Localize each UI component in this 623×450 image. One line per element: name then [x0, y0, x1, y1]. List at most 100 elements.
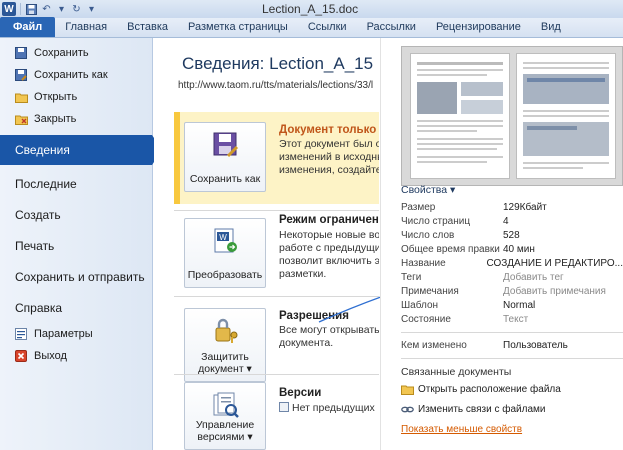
- separator: [20, 3, 21, 15]
- tab-insert[interactable]: Вставка: [117, 17, 178, 37]
- save-as-button[interactable]: Сохранить как: [184, 122, 266, 192]
- document-path: http://www.taom.ru/tts/materials/lection…: [178, 80, 374, 91]
- convert-icon: W: [214, 228, 237, 253]
- version-icon: [279, 402, 289, 412]
- prop-key: Примечания: [401, 286, 459, 297]
- related-documents-header: Связанные документы: [401, 366, 512, 378]
- nav-info[interactable]: Сведения: [0, 135, 162, 165]
- edit-links-label: Изменить связи с файлами: [418, 404, 546, 415]
- compat-line: позволит включить эт: [279, 255, 379, 267]
- prop-row-comments[interactable]: Примечания Добавить примечания: [401, 286, 623, 300]
- nav-close[interactable]: Закрыть: [0, 108, 152, 130]
- readonly-line: изменений в исходны: [279, 151, 379, 163]
- prop-key: Общее время правки: [401, 244, 500, 255]
- properties-panel: Свойства ▾ Размер 129Кбайт Число страниц 4…: [380, 38, 623, 450]
- backstage-nav: Сохранить Сохранить как Открыть Закрыть …: [0, 38, 162, 450]
- compat-line: работе с предыдущим: [279, 242, 379, 254]
- prop-row-title[interactable]: Название СОЗДАНИЕ И РЕДАКТИРО...: [401, 258, 623, 272]
- prop-key: Теги: [401, 272, 422, 283]
- prop-key: Размер: [401, 202, 436, 213]
- show-fewer-properties-link[interactable]: Показать меньше свойств: [401, 424, 522, 435]
- nav-recent[interactable]: Последние: [0, 168, 152, 199]
- convert-button[interactable]: W Преобразовать: [184, 218, 266, 288]
- edit-links-link[interactable]: Изменить связи с файлами: [401, 404, 545, 415]
- prop-key: Шаблон: [401, 300, 439, 311]
- tab-file[interactable]: Файл: [0, 17, 56, 37]
- prop-value: Normal: [503, 300, 536, 311]
- nav-exit-label: Выход: [34, 350, 67, 362]
- prop-row-pages: Число страниц 4: [401, 216, 623, 230]
- tab-mailings[interactable]: Рассылки: [357, 17, 426, 37]
- chain-link-icon: [401, 406, 414, 413]
- title-field[interactable]: СОЗДАНИЕ И РЕДАКТИРО...: [486, 258, 623, 272]
- compat-title: Режим ограничени: [279, 214, 379, 226]
- tab-view[interactable]: Вид: [531, 17, 571, 37]
- readonly-line: Этот документ был от: [279, 138, 379, 150]
- protect-document-button[interactable]: Защитить документ ▾: [184, 308, 266, 382]
- nav-print[interactable]: Печать: [0, 230, 152, 261]
- prop-key: Число слов: [401, 230, 455, 241]
- prop-row-status[interactable]: Состояние Текст: [401, 314, 623, 328]
- tab-references[interactable]: Ссылки: [298, 17, 357, 37]
- chevron-down-icon[interactable]: ▾: [55, 3, 68, 16]
- versions-title: Версии: [279, 387, 322, 399]
- nav-close-label: Закрыть: [34, 113, 77, 125]
- status-field[interactable]: Текст: [503, 314, 528, 328]
- prop-key: Название: [401, 258, 446, 269]
- prop-value: 4: [503, 216, 509, 227]
- tags-field[interactable]: Добавить тег: [503, 272, 564, 286]
- save-as-button-label: Сохранить как: [189, 173, 261, 185]
- nav-save-as[interactable]: Сохранить как: [0, 64, 152, 86]
- save-as-icon: [14, 68, 28, 82]
- word-logo-icon[interactable]: W: [2, 2, 16, 16]
- save-icon[interactable]: [25, 3, 38, 16]
- prop-row-template: Шаблон Normal: [401, 300, 623, 314]
- nav-exit[interactable]: Выход: [0, 345, 152, 367]
- nav-save-send[interactable]: Сохранить и отправить: [0, 261, 152, 292]
- versions-text: Нет предыдущих: [292, 402, 375, 414]
- tab-page-layout[interactable]: Разметка страницы: [178, 17, 298, 37]
- save-as-icon: [213, 132, 239, 158]
- chevron-down-icon[interactable]: ▾: [85, 3, 98, 16]
- nav-save-as-label: Сохранить как: [34, 69, 108, 81]
- show-fewer-label: Показать меньше свойств: [401, 424, 523, 435]
- versions-line: Нет предыдущих: [279, 402, 375, 415]
- prop-row-tags[interactable]: Теги Добавить тег: [401, 272, 623, 286]
- nav-open-label: Открыть: [34, 91, 78, 103]
- prop-row-modified-by: Кем изменено Пользователь: [401, 340, 623, 354]
- properties-header[interactable]: Свойства ▾: [401, 184, 455, 196]
- prop-row-size: Размер 129Кбайт: [401, 202, 623, 216]
- comments-field[interactable]: Добавить примечания: [503, 286, 606, 300]
- document-preview[interactable]: [401, 46, 623, 186]
- readonly-line: изменения, создайте н: [279, 164, 379, 176]
- title-bar: W ↶ ▾ ↻ ▾ Lection_A_15.doc: [0, 0, 623, 18]
- prop-value: 40 мин: [503, 244, 535, 255]
- divider: [401, 332, 623, 333]
- window-title: Lection_A_15.doc: [262, 2, 359, 16]
- permissions-line: документа.: [279, 337, 334, 349]
- prop-value: 528: [503, 230, 520, 241]
- ribbon-tabs: Файл Главная Вставка Разметка страницы С…: [0, 17, 623, 38]
- prop-row-words: Число слов 528: [401, 230, 623, 244]
- folder-icon: [401, 385, 414, 395]
- open-file-location-link[interactable]: Открыть расположение файла: [401, 384, 561, 395]
- nav-create[interactable]: Создать: [0, 199, 152, 230]
- tab-home[interactable]: Главная: [55, 17, 117, 37]
- save-icon: [14, 46, 28, 60]
- manage-versions-button[interactable]: Управление версиями ▾: [184, 382, 266, 450]
- divider: [174, 374, 379, 375]
- redo-icon[interactable]: ↻: [70, 3, 83, 16]
- compat-line: Некоторые новые воз: [279, 229, 379, 241]
- prop-key: Состояние: [401, 314, 451, 325]
- undo-icon[interactable]: ↶: [40, 3, 53, 16]
- svg-text:W: W: [219, 233, 227, 242]
- nav-open[interactable]: Открыть: [0, 86, 152, 108]
- preview-page-1: [410, 53, 510, 179]
- folder-icon: [14, 90, 28, 104]
- nav-save[interactable]: Сохранить: [0, 42, 152, 64]
- options-icon: [14, 327, 28, 341]
- nav-options[interactable]: Параметры: [0, 323, 152, 345]
- nav-help[interactable]: Справка: [0, 292, 152, 323]
- versions-icon: [213, 392, 239, 418]
- tab-review[interactable]: Рецензирование: [426, 17, 531, 37]
